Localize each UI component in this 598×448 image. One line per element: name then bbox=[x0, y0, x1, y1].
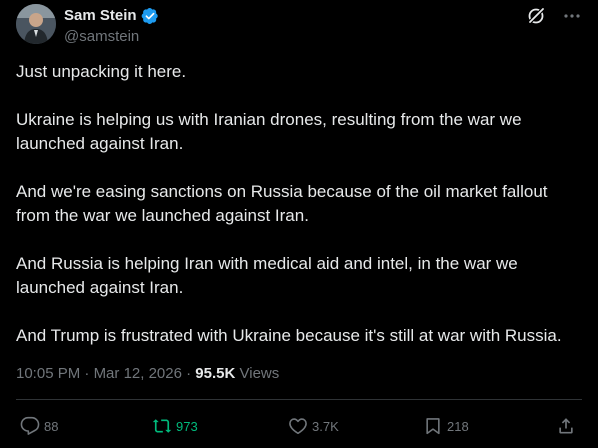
like-button[interactable]: 3.7K bbox=[288, 414, 339, 438]
views-label: Views bbox=[239, 365, 280, 382]
repost-icon bbox=[152, 416, 172, 436]
like-count: 3.7K bbox=[312, 418, 339, 434]
reply-icon bbox=[20, 416, 40, 436]
tweet-meta: 10:05 PM · Mar 12, 2026 · 95.5K Views bbox=[16, 364, 279, 384]
tweet-paragraph: Ukraine is helping us with Iranian drone… bbox=[16, 110, 522, 153]
meta-separator: · bbox=[80, 365, 94, 382]
more-icon[interactable] bbox=[562, 6, 582, 26]
tweet-header: Sam Stein @samstein bbox=[16, 4, 582, 48]
bookmark-count: 218 bbox=[447, 418, 469, 434]
timestamp-date[interactable]: Mar 12, 2026 bbox=[94, 365, 182, 382]
tweet-text: Just unpacking it here. Ukraine is helpi… bbox=[16, 60, 586, 348]
share-button[interactable] bbox=[556, 414, 576, 438]
bookmark-icon bbox=[423, 416, 443, 436]
meta-separator: · bbox=[181, 365, 196, 382]
tweet-paragraph: Just unpacking it here. bbox=[16, 62, 187, 81]
share-icon bbox=[556, 416, 576, 436]
header-actions bbox=[526, 6, 582, 26]
tweet-paragraph: And Russia is helping Iran with medical … bbox=[16, 254, 518, 297]
tweet-paragraph: And Trump is frustrated with Ukraine bec… bbox=[16, 326, 562, 345]
display-name[interactable]: Sam Stein bbox=[64, 6, 137, 26]
reply-button[interactable]: 88 bbox=[20, 414, 58, 438]
views-count: 95.5K bbox=[195, 365, 236, 382]
repost-button[interactable]: 973 bbox=[152, 414, 198, 438]
reply-count: 88 bbox=[44, 418, 59, 434]
verified-badge-icon bbox=[141, 7, 159, 25]
handle[interactable]: @samstein bbox=[64, 27, 139, 47]
timestamp-time[interactable]: 10:05 PM bbox=[16, 365, 80, 382]
like-icon bbox=[288, 416, 308, 436]
tweet-paragraph: And we're easing sanctions on Russia bec… bbox=[16, 182, 548, 225]
name-line: Sam Stein bbox=[64, 6, 159, 26]
bookmark-button[interactable]: 218 bbox=[423, 414, 469, 438]
grok-icon[interactable] bbox=[526, 6, 546, 26]
repost-count: 973 bbox=[176, 418, 198, 434]
action-bar: 88 973 3.7K 218 bbox=[16, 414, 582, 438]
divider bbox=[16, 399, 582, 400]
avatar[interactable] bbox=[16, 4, 56, 44]
